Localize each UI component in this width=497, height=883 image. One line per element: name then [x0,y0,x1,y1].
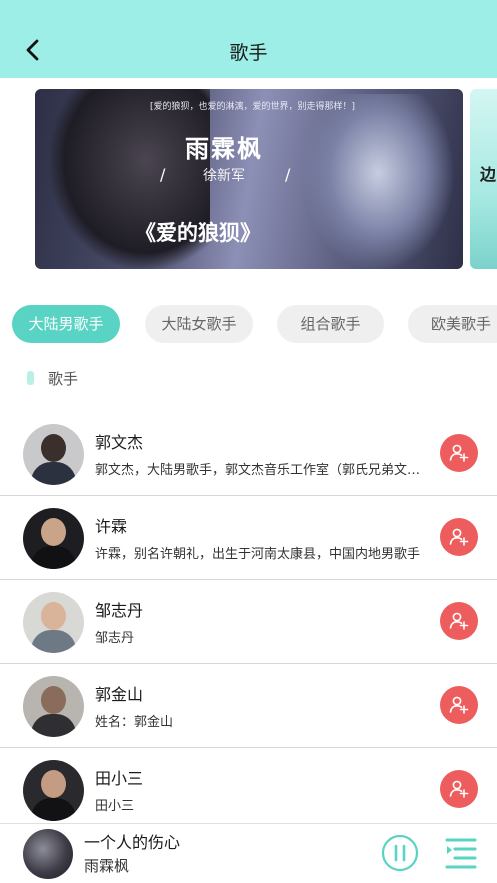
singer-name: 田小三 [95,769,144,788]
singer-row[interactable]: 郭文杰 郭文杰，大陆男歌手，郭文杰音乐工作室（郭氏兄弟文化传媒） [0,412,497,496]
banner-featuring: 徐新军 [203,168,245,184]
tab-group[interactable]: 组合歌手 [277,305,384,343]
pause-circle-icon[interactable] [381,834,419,872]
banner-slash: / [285,165,291,184]
singer-row[interactable]: 田小三 田小三 [0,748,497,832]
tab-mainland-female[interactable]: 大陆女歌手 [145,305,253,343]
now-playing-artist: 雨霖枫 [84,857,130,875]
singer-description: 许霖，别名许朝礼，出生于河南太康县，中国内地男歌手 [95,547,421,562]
follow-button[interactable] [440,518,478,556]
follow-button[interactable] [440,434,478,472]
banner-next-text: 边 [480,165,497,184]
singer-description: 郭文杰，大陆男歌手，郭文杰音乐工作室（郭氏兄弟文化传媒） [95,463,425,478]
banner-song-title: 《爱的狼狈》 [135,220,261,245]
mini-player[interactable]: 一个人的伤心 雨霖枫 [0,823,497,883]
avatar [23,592,84,653]
page-title: 歌手 [229,42,268,64]
add-user-icon [449,612,469,630]
singer-name: 许霖 [95,517,128,536]
avatar [23,508,84,569]
add-user-icon [449,444,469,462]
banner-slash: / [160,165,166,184]
section-title: 歌手 [48,370,79,388]
singer-description: 姓名：郭金山 [95,715,174,730]
follow-button[interactable] [440,686,478,724]
top-bar: 歌手 [0,0,497,78]
singer-description: 田小三 [95,799,135,814]
tab-mainland-male[interactable]: 大陆男歌手 [12,305,120,343]
singer-description: 邹志丹 [95,631,135,646]
now-playing-title: 一个人的伤心 [84,833,181,852]
banner-tagline: [爱的狼狈，也爱的淋漓，爱的世界，别走得那样！] [150,102,356,112]
banner-slide[interactable]: [爱的狼狈，也爱的淋漓，爱的世界，别走得那样！] / 雨霖枫 徐新军 / 《爱的… [35,89,463,269]
banner-artist: 雨霖枫 [185,134,263,163]
category-tabs: 大陆男歌手 大陆女歌手 组合歌手 欧美歌手 [12,305,497,343]
add-user-icon [449,696,469,714]
follow-button[interactable] [440,770,478,808]
banner-next-slide[interactable]: 边 [470,89,497,269]
singer-name: 邹志丹 [95,601,144,620]
singer-row[interactable]: 郭金山 姓名：郭金山 [0,664,497,748]
singer-row[interactable]: 许霖 许霖，别名许朝礼，出生于河南太康县，中国内地男歌手 [0,496,497,580]
add-user-icon [449,780,469,798]
avatar [23,676,84,737]
singer-name: 郭文杰 [95,433,144,452]
add-user-icon [449,528,469,546]
avatar [23,424,84,485]
tab-western[interactable]: 欧美歌手 [408,305,497,343]
avatar [23,760,84,821]
section-marker [27,371,34,385]
banner-female-figure [303,94,453,269]
playlist-icon[interactable] [445,836,477,870]
singer-row[interactable]: 邹志丹 邹志丹 [0,580,497,664]
album-cover[interactable] [23,829,73,879]
follow-button[interactable] [440,602,478,640]
singer-name: 郭金山 [95,685,144,704]
